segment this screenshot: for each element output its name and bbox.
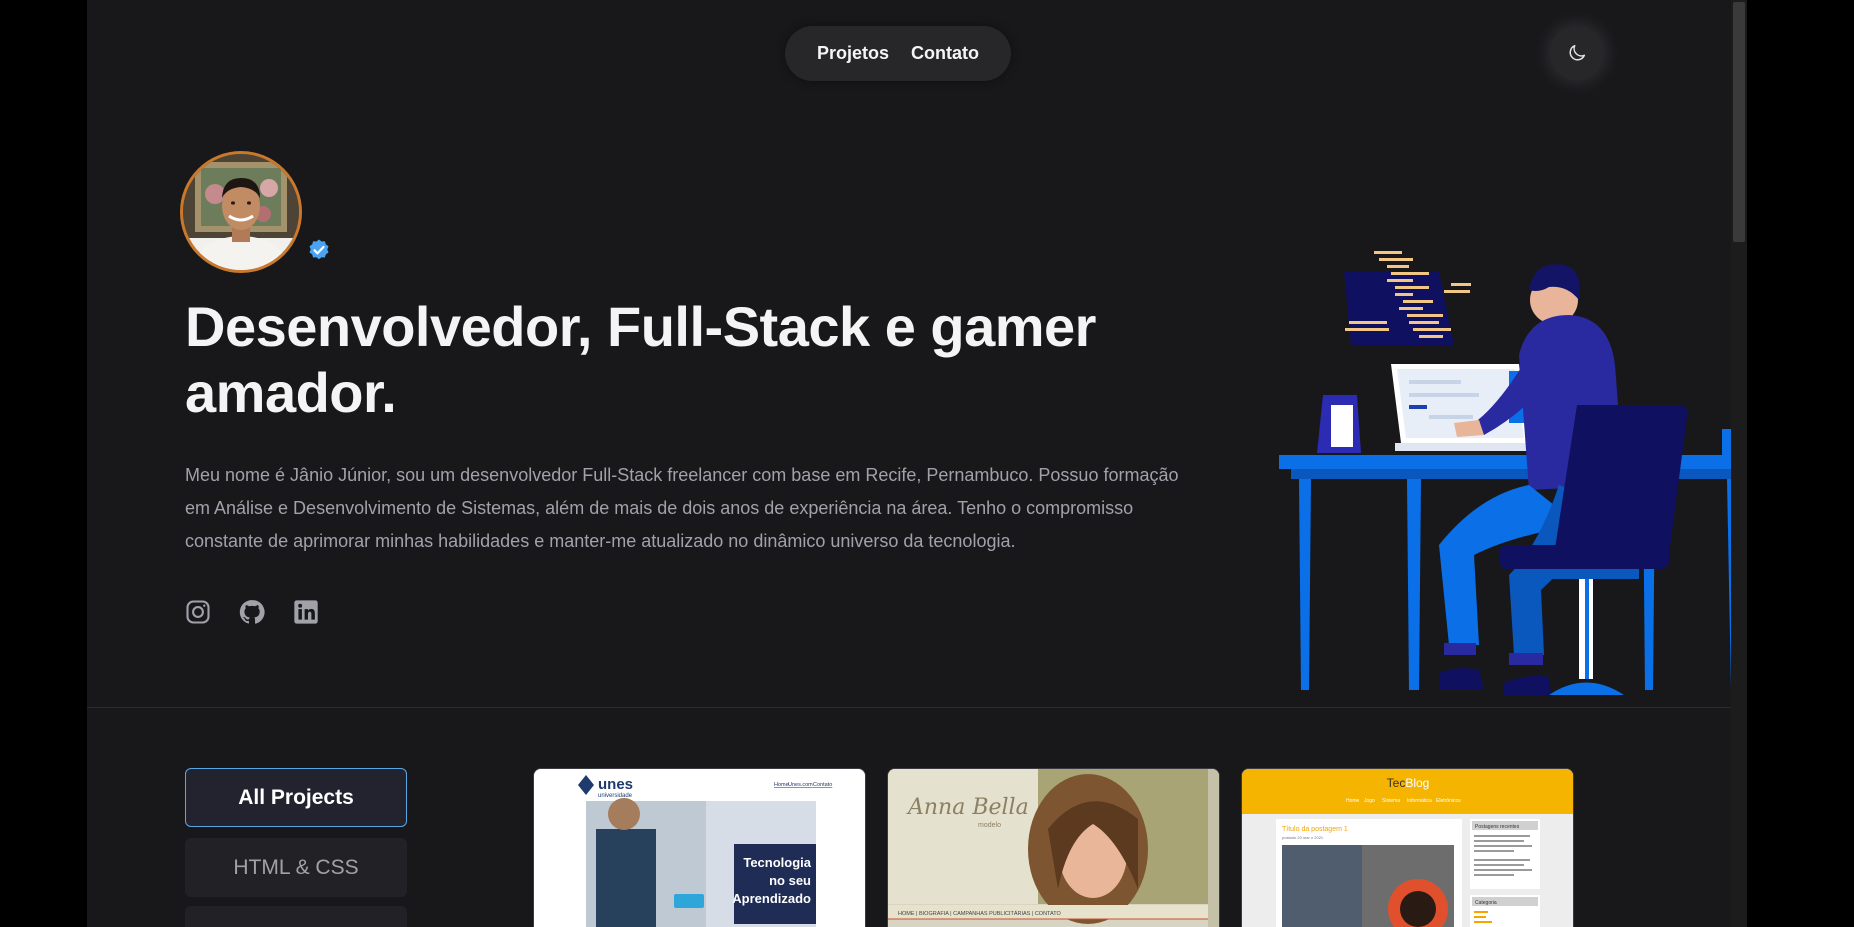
scrollbar-thumb[interactable] — [1733, 2, 1745, 242]
unes-banner-line2: no seu — [769, 873, 811, 888]
unes-brand-sub: universidade — [598, 793, 633, 799]
tecblog-sidebar-title2: Categoria — [1475, 900, 1497, 906]
verified-badge-icon — [309, 239, 329, 260]
project-card-tecblog[interactable]: TecBlog Home Jogo Sistema Informática El… — [1241, 768, 1574, 927]
unes-banner-line1: Tecnologia — [743, 855, 811, 870]
hero-description: Meu nome é Jânio Júnior, sou um desenvol… — [185, 465, 1179, 551]
tecblog-sidebar-title: Postagens recentes — [1475, 824, 1520, 830]
project-card-unes[interactable]: unes universidade Home Unes.com Contato … — [533, 768, 866, 927]
linkedin-link[interactable] — [292, 598, 320, 626]
filter-next-button[interactable] — [185, 906, 407, 927]
unes-banner-line3: Aprendizado — [732, 891, 811, 906]
filter-all-projects-button[interactable]: All Projects — [185, 768, 407, 827]
instagram-link[interactable] — [184, 598, 212, 626]
nav-link-projetos[interactable]: Projetos — [817, 43, 889, 64]
project-card-anna-bella[interactable]: Anna Bella modelo HOME | BIOGRAFIA | CAM… — [887, 768, 1220, 927]
main-nav: Projetos Contato — [785, 26, 1012, 81]
vertical-scrollbar[interactable] — [1731, 0, 1747, 927]
instagram-icon[interactable] — [184, 598, 212, 626]
project-thumbnail-tecblog: TecBlog Home Jogo Sistema Informática El… — [1242, 769, 1573, 927]
tecblog-brand-b: Blog — [1405, 776, 1429, 790]
moon-icon — [1569, 44, 1586, 61]
tecblog-post-title: Título da postagem 1 — [1282, 826, 1348, 833]
unes-nav-home: Home — [774, 782, 789, 788]
hero-title: Desenvolvedor, Full-Stack e gamer amador… — [185, 295, 1096, 424]
filter-html-css-button[interactable]: HTML & CSS — [185, 838, 407, 897]
project-thumbnail-unes: unes universidade Home Unes.com Contato … — [534, 769, 865, 927]
unes-nav-contato: Contato — [813, 782, 832, 788]
tecblog-nav-4: Eletrônicos — [1436, 798, 1461, 804]
tecblog-brand-a: Tec — [1387, 776, 1406, 790]
github-link[interactable] — [238, 598, 266, 626]
section-divider — [87, 707, 1747, 708]
svg-text:TecBlog: TecBlog — [1387, 776, 1430, 790]
theme-toggle-button[interactable] — [1552, 28, 1602, 78]
tecblog-post-date: postado 20 mar o 2021 — [1282, 835, 1324, 840]
avatar — [180, 151, 302, 273]
developer-illustration — [1279, 251, 1747, 695]
tecblog-nav-0: Home — [1346, 798, 1360, 804]
github-icon[interactable] — [238, 598, 266, 626]
page: Projetos Contato Desenvolvedor, Full-Sta… — [87, 0, 1747, 927]
avatar-photo — [183, 154, 299, 270]
tecblog-nav-3: Informática — [1407, 798, 1432, 804]
anna-bella-brand-sub: modelo — [978, 822, 1001, 829]
tecblog-nav-1: Jogo — [1364, 798, 1375, 804]
anna-bella-brand: Anna Bella — [906, 795, 1029, 820]
social-links — [184, 598, 320, 626]
tecblog-nav-2: Sistema — [1382, 798, 1400, 804]
linkedin-icon[interactable] — [292, 598, 320, 626]
unes-brand: unes — [598, 776, 633, 793]
anna-bella-nav: HOME | BIOGRAFIA | CAMPANHAS PUBLICITÁRI… — [898, 910, 1062, 917]
nav-link-contato[interactable]: Contato — [911, 43, 979, 64]
unes-nav-site: Unes.com — [788, 782, 813, 788]
project-thumbnail-anna-bella: Anna Bella modelo HOME | BIOGRAFIA | CAM… — [888, 769, 1219, 927]
